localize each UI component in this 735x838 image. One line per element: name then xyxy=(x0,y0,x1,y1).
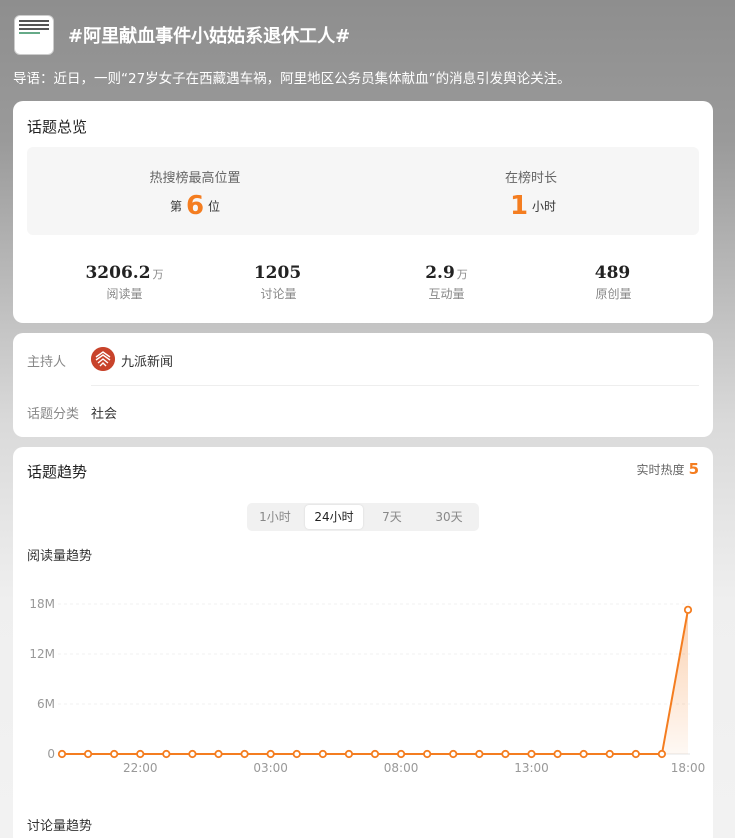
stat-interact: 2.9 万 互动量 xyxy=(359,263,534,302)
stat-interact-label: 互动量 xyxy=(428,287,465,301)
data-point xyxy=(579,749,588,759)
trend-title: 话题趋势 xyxy=(27,463,88,481)
stat-read: 3206.2 万 阅读量 xyxy=(37,263,212,302)
data-point xyxy=(657,749,667,759)
trend-card: 话题趋势 实时热度 5 1小时 24小时 7天 30天 阅读量趋势 0 6M 12M 1… xyxy=(13,447,713,838)
overview-card: 话题总览 热搜榜最高位置 第6位 在榜时长 1 小时 3206.2 万 阅读量 12… xyxy=(13,101,713,323)
tab-7d[interactable]: 7天 xyxy=(367,505,417,529)
topic-header: #阿里献血事件小姑姑系退休工人# 导语：近日，一则“27岁女子在西藏遇车祸，阿里… xyxy=(0,0,735,100)
data-point xyxy=(423,749,432,759)
topic-thumbnail xyxy=(14,15,54,55)
data-point xyxy=(501,749,510,759)
rank-value: 6 xyxy=(185,191,205,221)
overview-title: 话题总览 xyxy=(27,118,88,136)
stat-read-unit: 万 xyxy=(152,268,164,281)
discuss-trend-label: 讨论量趋势 xyxy=(27,819,93,834)
stat-interact-unit: 万 xyxy=(456,268,468,281)
data-point xyxy=(605,749,614,759)
data-point xyxy=(475,749,484,759)
host-divider xyxy=(91,385,699,386)
tab-1h[interactable]: 1小时 xyxy=(249,505,301,529)
x-tick-label: 18:00 xyxy=(671,761,706,775)
stat-discuss-value: 1205 xyxy=(253,263,302,283)
stat-interact-value: 2.9 xyxy=(425,263,455,283)
data-point xyxy=(136,749,145,759)
rank-prefix: 第 xyxy=(169,199,182,214)
host-avatar[interactable] xyxy=(91,347,115,371)
stat-original-label: 原创量 xyxy=(595,287,632,301)
data-point xyxy=(344,749,354,759)
series-line xyxy=(62,609,689,755)
data-point xyxy=(214,749,223,759)
data-point xyxy=(396,749,406,759)
stat-discuss: 1205 讨论量 xyxy=(191,263,366,302)
duration-unit: 小时 xyxy=(532,199,557,214)
tab-24h[interactable]: 24小时 xyxy=(305,505,363,529)
data-point xyxy=(110,749,119,759)
data-point xyxy=(370,749,380,759)
y-tick-label: 12M xyxy=(29,647,55,661)
data-point xyxy=(162,749,171,759)
data-point xyxy=(631,749,640,759)
stat-original-value: 489 xyxy=(594,263,631,283)
rank-label: 热搜榜最高位置 xyxy=(149,171,241,186)
heat-label: 实时热度 xyxy=(636,463,685,477)
duration-value-line: 1 小时 xyxy=(363,191,699,221)
realtime-heat: 实时热度 5 xyxy=(637,460,699,478)
y-tick-label: 6M xyxy=(37,697,55,711)
category-label: 话题分类 xyxy=(27,407,80,422)
data-point xyxy=(318,749,327,759)
host-card: 主持人 九派新闻 话题分类 社会 xyxy=(13,333,713,437)
stat-discuss-label: 讨论量 xyxy=(260,287,297,301)
stat-read-value: 3206.2 xyxy=(85,263,151,283)
overview-summary: 热搜榜最高位置 第6位 在榜时长 1 小时 xyxy=(27,147,699,235)
duration-block: 在榜时长 1 小时 xyxy=(363,147,699,235)
data-point xyxy=(292,749,301,759)
data-point xyxy=(83,749,93,759)
data-point xyxy=(240,749,249,759)
read-trend-label: 阅读量趋势 xyxy=(27,549,93,564)
tab-30d[interactable]: 30天 xyxy=(421,505,477,529)
host-name[interactable]: 九派新闻 xyxy=(121,351,173,370)
topic-intro: 导语：近日，一则“27岁女子在西藏遇车祸，阿里地区公务员集体献血”的消息引发舆论… xyxy=(13,71,571,87)
data-point xyxy=(527,749,536,759)
data-point xyxy=(266,749,275,759)
x-tick-label: 22:00 xyxy=(123,761,158,775)
data-point xyxy=(188,749,197,759)
time-range-tabs: 1小时 24小时 7天 30天 xyxy=(247,503,479,531)
read-trend-chart: 0 6M 12M 18M 22:00 03:00 08:00 13:00 18:00 xyxy=(29,597,706,775)
rank-block: 热搜榜最高位置 第6位 xyxy=(27,147,363,235)
host-label: 主持人 xyxy=(27,355,67,370)
host-logo-icon xyxy=(91,347,115,371)
heat-value: 5 xyxy=(688,460,699,478)
rank-suffix: 位 xyxy=(208,199,221,214)
x-tick-label: 08:00 xyxy=(384,761,419,775)
rank-value-line: 第6位 xyxy=(27,191,363,221)
stat-original: 489 原创量 xyxy=(526,263,701,302)
x-tick-label: 03:00 xyxy=(253,761,288,775)
data-point xyxy=(553,749,562,759)
series-area xyxy=(62,609,688,754)
x-tick-label: 13:00 xyxy=(514,761,549,775)
data-point xyxy=(57,749,67,759)
data-point xyxy=(449,749,458,759)
duration-label: 在榜时长 xyxy=(504,171,557,186)
y-tick-label: 18M xyxy=(29,597,55,611)
category-value: 社会 xyxy=(91,407,118,422)
topic-title: #阿里献血事件小姑姑系退休工人# xyxy=(68,26,351,47)
stats-row: 3206.2 万 阅读量 1205 讨论量 2.9 万 互动量 489 原创量 xyxy=(13,263,713,307)
y-tick-label: 0 xyxy=(47,747,55,761)
stat-read-label: 阅读量 xyxy=(106,287,143,301)
data-point xyxy=(683,605,693,614)
duration-value: 1 xyxy=(509,191,529,221)
